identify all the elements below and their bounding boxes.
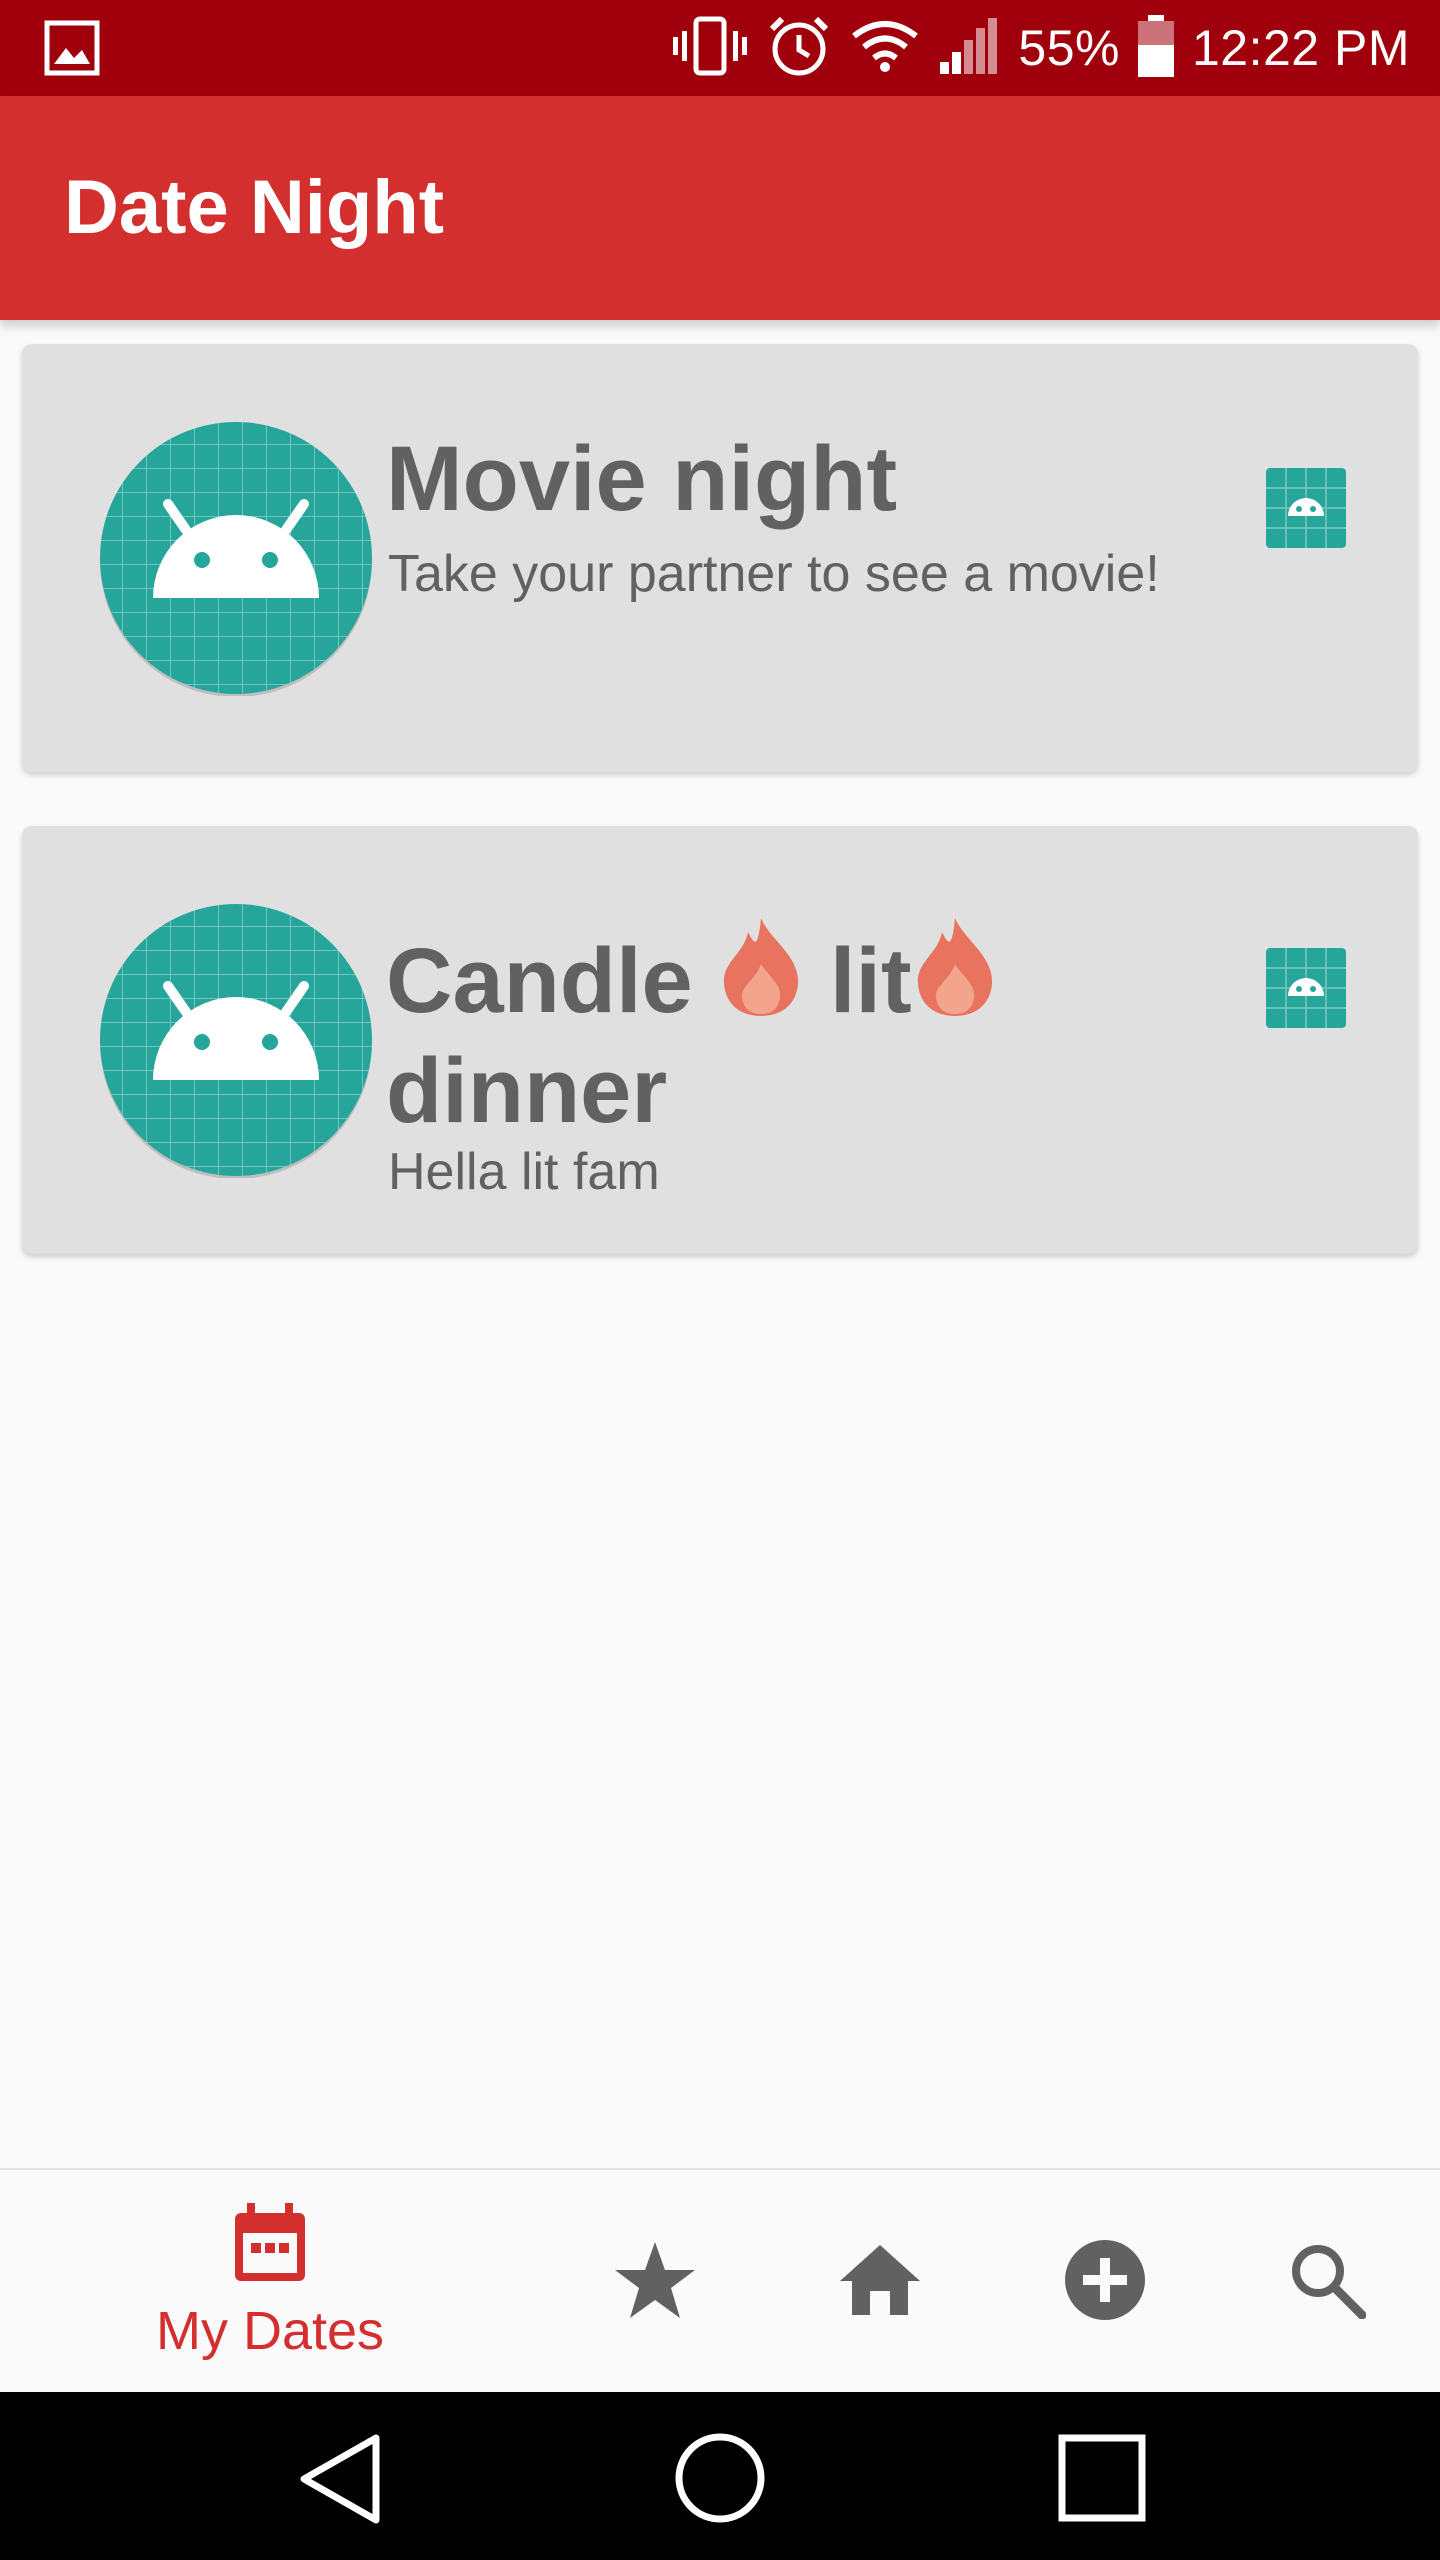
date-description: Take your partner to see a movie! — [388, 545, 1160, 603]
search-icon — [1288, 2241, 1367, 2324]
alarm-icon — [766, 13, 832, 84]
battery-icon — [1137, 14, 1174, 82]
bottom-navigation: My Dates — [0, 2168, 1440, 2394]
android-avatar-icon — [98, 902, 374, 1179]
android-thumbnail-icon — [1266, 468, 1346, 548]
nav-search[interactable] — [1252, 2170, 1402, 2394]
add-circle-icon — [1063, 2238, 1147, 2327]
date-title: Candle lit dinner — [386, 914, 1206, 1146]
nav-home[interactable] — [805, 2170, 955, 2394]
android-thumbnail-icon — [1266, 948, 1346, 1028]
date-title: Movie night — [386, 428, 898, 530]
date-card[interactable]: Movie night Take your partner to see a m… — [22, 344, 1418, 772]
back-icon[interactable] — [296, 2432, 382, 2531]
wifi-icon — [850, 18, 920, 79]
fire-emoji-icon — [912, 914, 998, 1018]
gallery-notification-icon — [44, 20, 100, 81]
date-card[interactable]: Candle lit dinner Hella lit fam — [22, 826, 1418, 1254]
date-title-part-3: dinner — [386, 1040, 668, 1142]
calendar-icon — [231, 2202, 309, 2290]
star-icon — [613, 2240, 697, 2325]
home-circle-icon[interactable] — [674, 2432, 766, 2529]
app-title: Date Night — [64, 165, 444, 250]
nav-favorites[interactable] — [580, 2170, 730, 2394]
clock: 12:22 PM — [1191, 20, 1410, 76]
status-bar: 55% 12:22 PM — [0, 0, 1440, 96]
date-description: Hella lit fam — [388, 1143, 660, 1201]
date-title-part-2: lit — [804, 930, 912, 1032]
nav-label-my-dates: My Dates — [155, 2300, 385, 2361]
fire-emoji-icon — [718, 914, 804, 1018]
battery-percent: 55% — [1018, 20, 1120, 76]
vibrate-icon — [672, 15, 748, 82]
signal-icon — [938, 16, 1000, 81]
system-navigation-bar — [0, 2392, 1440, 2560]
date-title-part-1: Candle — [386, 930, 719, 1032]
nav-my-dates[interactable]: My Dates — [120, 2170, 420, 2394]
android-avatar-icon — [98, 420, 374, 697]
home-icon — [838, 2243, 922, 2322]
nav-add[interactable] — [1030, 2170, 1180, 2394]
recents-icon[interactable] — [1058, 2434, 1146, 2527]
app-bar: Date Night — [0, 96, 1440, 320]
